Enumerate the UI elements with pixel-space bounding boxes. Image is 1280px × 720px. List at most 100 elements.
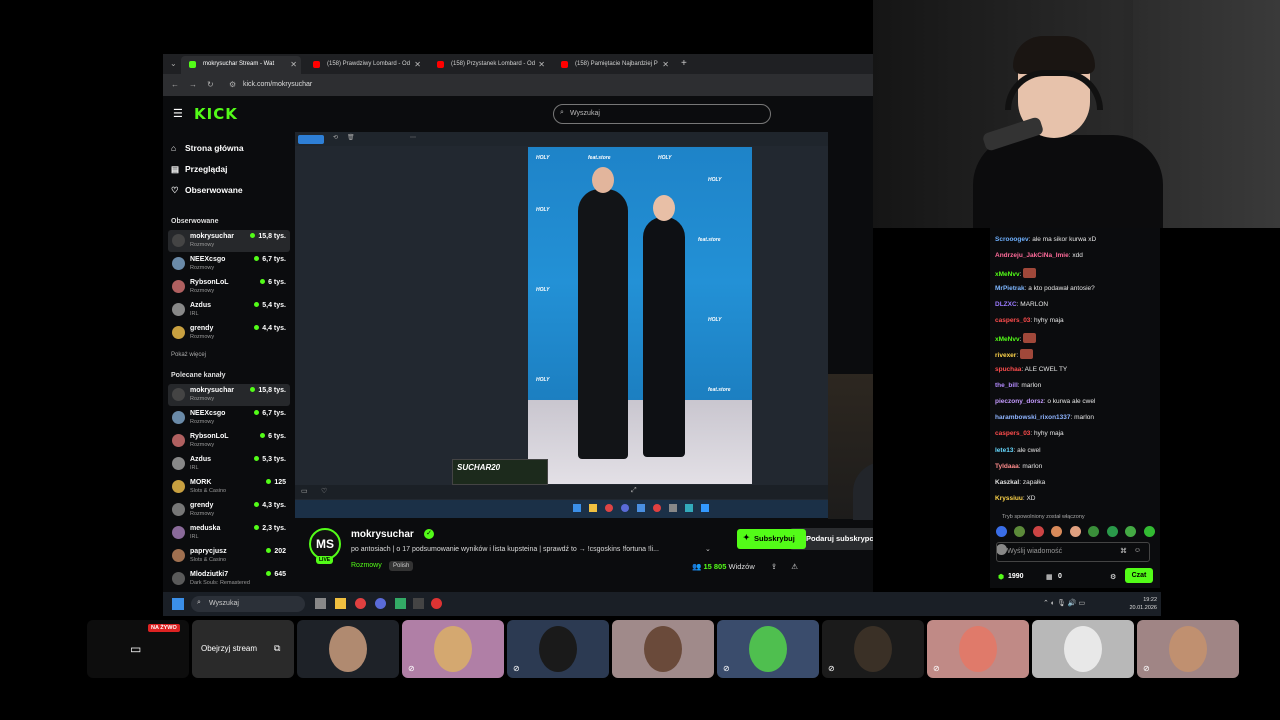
heart-icon[interactable]: ♡	[321, 487, 327, 495]
sidebar-channel-item[interactable]: mokrysuchar Rozmowy 15,8 tys.	[168, 384, 290, 406]
emote-icon[interactable]	[1051, 526, 1063, 537]
language-tag[interactable]: Polish	[389, 561, 414, 571]
taskbar-search-input[interactable]: ⌕ Wyszukaj	[191, 596, 305, 612]
nav-following[interactable]: ♡ Obserwowane	[171, 185, 243, 196]
emote-icon[interactable]	[1125, 526, 1137, 537]
forward-icon[interactable]: →	[189, 80, 197, 89]
participant-tile[interactable]: ⊘	[822, 620, 924, 678]
fullscreen-icon[interactable]: ⤢	[631, 487, 637, 495]
chat-username[interactable]: lete13	[995, 447, 1013, 454]
url-field[interactable]: kick.com/mokrysuchar	[243, 81, 312, 88]
command-icon[interactable]: ⌘	[1120, 547, 1127, 555]
delete-icon[interactable]: 🗑	[347, 134, 355, 141]
close-icon[interactable]: ✕	[290, 60, 297, 69]
channel-name[interactable]: mokrysuchar	[351, 529, 414, 540]
search-input[interactable]: ⌕ Wyszukaj	[553, 104, 771, 124]
participant-tile[interactable]: ⊘	[402, 620, 504, 678]
chat-username[interactable]: the_bill	[995, 382, 1018, 389]
emote-icon[interactable]	[1106, 526, 1118, 537]
participant-tile[interactable]: ⊘	[927, 620, 1029, 678]
chat-username[interactable]: harambowski_rixon1337	[995, 414, 1071, 421]
app-icon[interactable]	[395, 598, 406, 609]
tray-icons[interactable]: ⌃ ◐ 🎙 🔊 ▭	[1043, 599, 1085, 607]
nav-home[interactable]: ⌂ Strona główna	[171, 143, 244, 153]
emoji-icon[interactable]: ☺	[1134, 547, 1141, 554]
tab-youtube-2[interactable]: (158) Przystanek Lombard - Od ✕	[429, 56, 549, 74]
task-view-icon[interactable]	[315, 598, 326, 609]
sidebar-channel-item[interactable]: Azdus IRL 5,4 tys.	[168, 299, 290, 321]
emote-icon[interactable]	[1014, 526, 1026, 537]
sidebar-channel-item[interactable]: RybsonLoL Rozmowy 6 tys.	[168, 276, 290, 298]
chat-username[interactable]: rivexer	[995, 352, 1016, 359]
popout-icon[interactable]: ⧉	[274, 643, 280, 654]
emote-icon[interactable]	[1088, 526, 1100, 537]
close-icon[interactable]: ✕	[538, 60, 545, 69]
chat-username[interactable]: pieczony_dorsz	[995, 398, 1044, 405]
sidebar-channel-item[interactable]: paprycjusz Slots & Casino 202	[168, 545, 290, 567]
site-info-icon[interactable]: ⚙	[229, 80, 236, 89]
sidebar-channel-item[interactable]: meduska IRL 2,3 tys.	[168, 522, 290, 544]
tab-kick-stream[interactable]: mokrysuchar Stream - Wat ✕	[181, 56, 301, 74]
sidebar-channel-item[interactable]: Azdus IRL 5,3 tys.	[168, 453, 290, 475]
stash-icon[interactable]: ▦	[1046, 573, 1053, 581]
nav-browse[interactable]: ▤ Przeglądaj	[171, 164, 228, 175]
obs-icon[interactable]	[431, 598, 442, 609]
windows-start-icon[interactable]	[172, 598, 184, 610]
participant-tile[interactable]	[1032, 620, 1134, 678]
screen-share-tile[interactable]: ▭ NA ŻYWO	[87, 620, 189, 678]
chat-username[interactable]: MrPietrak	[995, 285, 1025, 292]
stream-category[interactable]: Rozmowy	[351, 562, 382, 569]
sidebar-channel-item[interactable]: grendy Rozmowy 4,4 tys.	[168, 322, 290, 344]
emote-icon[interactable]	[996, 526, 1007, 537]
xbox-icon[interactable]	[413, 598, 424, 609]
participant-tile[interactable]	[612, 620, 714, 678]
chat-username[interactable]: Andrzeju_JakCiNa_Imie	[995, 252, 1069, 259]
system-clock[interactable]: 19:22 20.01.2026	[1129, 596, 1157, 612]
sidebar-channel-item[interactable]: MORK Slots & Casino 125	[168, 476, 290, 498]
close-icon[interactable]: ✕	[414, 60, 421, 69]
chat-username[interactable]: caspers_03	[995, 317, 1030, 324]
chat-username[interactable]: Kryssiuu	[995, 495, 1023, 502]
chat-username[interactable]: Tyldaaa	[995, 463, 1019, 470]
sidebar-channel-item[interactable]: RybsonLoL Rozmowy 6 tys.	[168, 430, 290, 452]
sidebar-channel-item[interactable]: Mlodziutki7 Dark Souls: Remastered 645	[168, 568, 290, 590]
sidebar-channel-item[interactable]: mokrysuchar Rozmowy 15,8 tys.	[168, 230, 290, 252]
sidebar-channel-item[interactable]: NEEXcsgo Rozmowy 6,7 tys.	[168, 253, 290, 275]
tab-youtube-3[interactable]: (158) Pamiętacie Najbardziej P ✕	[553, 56, 673, 74]
chat-input[interactable]: Wyślij wiadomość ⌘ ☺	[996, 542, 1150, 562]
show-more-link[interactable]: Pokaż więcej	[171, 352, 206, 358]
participant-tile[interactable]: ⊘	[717, 620, 819, 678]
chat-username[interactable]: caspers_03	[995, 430, 1030, 437]
emote-icon[interactable]	[1032, 526, 1044, 537]
video-player[interactable]: ⟲ 🗑 ⋯ HOLY feat.store HOLY HOLY HOLY fea…	[295, 132, 828, 518]
chat-username[interactable]: xMeNvv	[995, 271, 1020, 278]
chat-username[interactable]: Kaszkal	[995, 479, 1019, 486]
chat-username[interactable]: Scrooogev	[995, 236, 1029, 243]
discord-icon[interactable]	[375, 598, 386, 609]
report-icon[interactable]: ⚠	[791, 562, 798, 571]
participant-tile[interactable]: ⊘	[507, 620, 609, 678]
share-icon[interactable]: ⇪	[771, 562, 777, 571]
new-tab-icon[interactable]: +	[681, 58, 687, 69]
rotate-icon[interactable]: ⟲	[333, 134, 338, 141]
sidebar-channel-item[interactable]: NEEXcsgo Rozmowy 6,7 tys.	[168, 407, 290, 429]
reload-icon[interactable]: ↻	[207, 80, 214, 89]
watch-stream-tile[interactable]: Obejrzyj stream ⧉	[192, 620, 294, 678]
send-chat-button[interactable]: Czat	[1125, 568, 1153, 583]
film-icon[interactable]: ▭	[301, 487, 308, 495]
tab-list-icon[interactable]: ⌄	[170, 59, 177, 68]
back-icon[interactable]: ←	[171, 80, 179, 89]
subscribe-button[interactable]: ✦ Subskrybuj	[737, 529, 806, 549]
menu-icon[interactable]: ☰	[173, 107, 183, 120]
sidebar-channel-item[interactable]: grendy Rozmowy 4,3 tys.	[168, 499, 290, 521]
gear-icon[interactable]: ⚙	[1110, 573, 1116, 581]
chrome-icon[interactable]	[355, 598, 366, 609]
chat-username[interactable]: spuchaa	[995, 366, 1021, 373]
more-icon[interactable]: ⋯	[410, 134, 416, 141]
participant-tile[interactable]: ⊘	[1137, 620, 1239, 678]
file-explorer-icon[interactable]	[335, 598, 346, 609]
kick-logo[interactable]: KICK	[194, 105, 238, 123]
emote-icon[interactable]	[1143, 526, 1155, 537]
close-icon[interactable]: ✕	[662, 60, 669, 69]
chevron-down-icon[interactable]: ⌄	[705, 545, 711, 553]
